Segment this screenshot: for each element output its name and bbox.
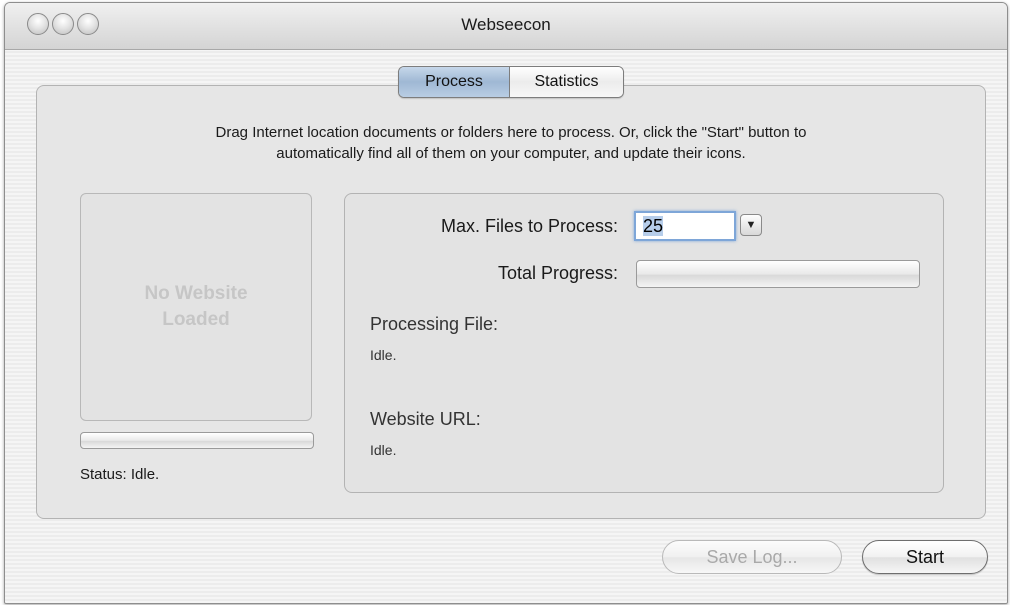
processing-file-label: Processing File: [370, 314, 499, 334]
max-files-input[interactable]: 25 [634, 211, 736, 241]
max-files-label: Max. Files to Process: [440, 216, 618, 236]
website-preview-well[interactable]: No Website Loaded [80, 193, 312, 421]
processing-file-value: Idle. [370, 347, 397, 363]
total-progress-bar [636, 260, 920, 288]
instructions-line-1: Drag Internet location documents or fold… [215, 124, 807, 141]
preview-line-2: Loaded [162, 309, 230, 330]
start-button[interactable]: Start [862, 540, 988, 574]
instructions-line-2: automatically find all of them on your c… [276, 145, 746, 162]
website-url-value: Idle. [370, 442, 397, 458]
preview-line-1: No Website [144, 283, 248, 304]
website-url-label: Website URL: [370, 409, 481, 429]
window-title: Webseecon [461, 15, 551, 34]
total-progress-label: Total Progress: [497, 263, 618, 283]
page-progress-bar [80, 432, 314, 449]
save-log-button[interactable]: Save Log... [662, 540, 842, 574]
max-files-value: 25 [643, 216, 664, 236]
max-files-combobox[interactable]: 25 ▼ [634, 211, 764, 241]
tab-process[interactable]: Process [399, 67, 510, 97]
title-bar[interactable]: Webseecon [5, 3, 1007, 50]
tab-control: Process Statistics [398, 66, 624, 98]
preview-placeholder: No Website Loaded [121, 281, 271, 333]
status-text: Status: Idle. [80, 466, 160, 483]
tab-statistics[interactable]: Statistics [510, 67, 623, 97]
instructions-text: Drag Internet location documents or fold… [40, 122, 982, 164]
dropdown-arrow-icon[interactable]: ▼ [740, 214, 762, 236]
